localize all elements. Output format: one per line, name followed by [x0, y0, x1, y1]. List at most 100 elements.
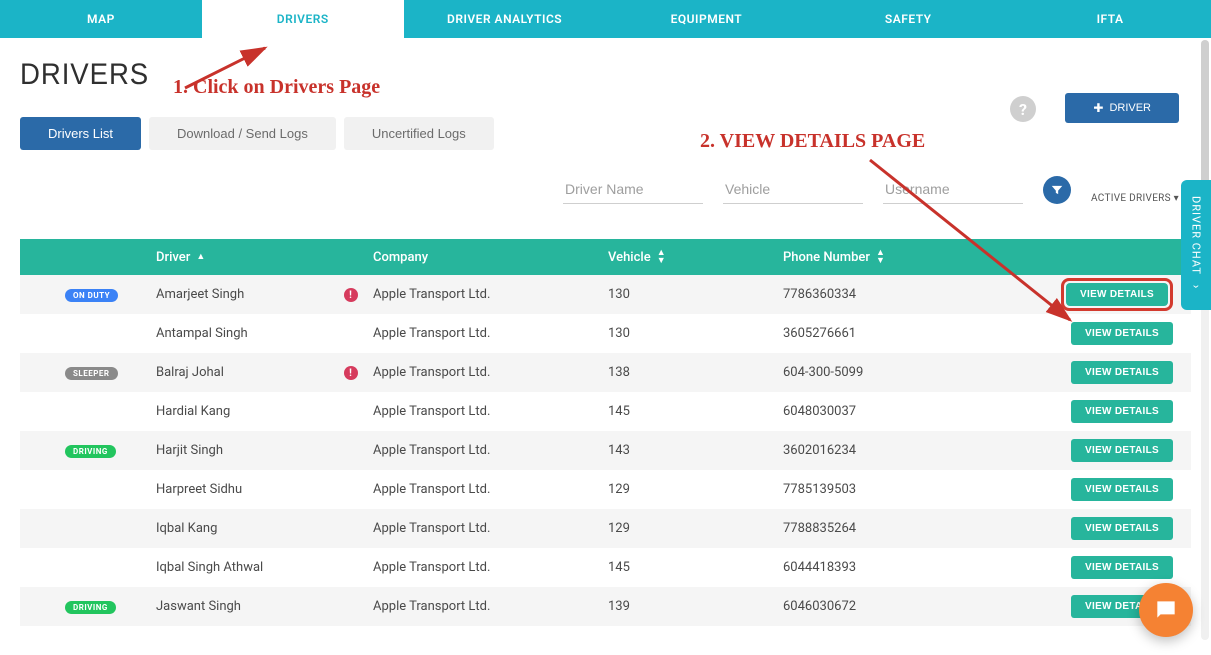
cell-company: Apple Transport Ltd.	[373, 404, 608, 419]
col-vehicle-label: Vehicle	[608, 250, 651, 265]
col-driver-label: Driver	[156, 250, 190, 265]
status-badge: DRIVING	[65, 445, 116, 458]
table-row: Hardial Kang Apple Transport Ltd.14560480…	[20, 392, 1191, 431]
cell-driver: Hardial Kang	[138, 404, 328, 419]
view-details-button[interactable]: VIEW DETAILS	[1071, 322, 1173, 345]
topnav-item-drivers[interactable]: DRIVERS	[202, 0, 404, 38]
cell-driver: Iqbal Singh Athwal	[138, 560, 328, 575]
topnav-item-safety[interactable]: SAFETY	[807, 0, 1009, 38]
view-details-button[interactable]: VIEW DETAILS	[1066, 283, 1168, 306]
cell-company: Apple Transport Ltd.	[373, 287, 608, 302]
table-row: Harpreet Sidhu Apple Transport Ltd.129778…	[20, 470, 1191, 509]
topnav-item-equipment[interactable]: EQUIPMENT	[605, 0, 807, 38]
view-details-button[interactable]: VIEW DETAILS	[1071, 517, 1173, 540]
subtab-uncertified-logs[interactable]: Uncertified Logs	[344, 117, 494, 150]
col-company[interactable]: Company	[373, 250, 608, 265]
table-body: ON DUTY Amarjeet Singh! Apple Transport Lt…	[20, 275, 1191, 626]
annotation-highlight: VIEW DETAILS	[1061, 278, 1173, 311]
help-icon[interactable]: ?	[1010, 96, 1036, 122]
col-phone-label: Phone Number	[783, 250, 870, 265]
cell-vehicle: 129	[608, 482, 783, 497]
view-details-button[interactable]: VIEW DETAILS	[1071, 400, 1173, 423]
alert-icon: !	[344, 366, 358, 380]
table-header: Driver Company Vehicle Phone Number	[20, 239, 1191, 275]
cell-phone: 604-300-5099	[783, 365, 993, 380]
col-phone[interactable]: Phone Number	[783, 249, 993, 265]
add-driver-button[interactable]: ✚ DRIVER	[1065, 93, 1179, 123]
topnav-item-map[interactable]: MAP	[0, 0, 202, 38]
filter-row: ACTIVE DRIVERS ▾	[20, 175, 1191, 204]
alert-icon: !	[344, 288, 358, 302]
cell-driver: Iqbal Kang	[138, 521, 328, 536]
table-row: ON DUTY Amarjeet Singh! Apple Transport Lt…	[20, 275, 1191, 314]
cell-vehicle: 130	[608, 287, 783, 302]
cell-phone: 7786360334	[783, 287, 993, 302]
cell-company: Apple Transport Ltd.	[373, 599, 608, 614]
cell-phone: 7785139503	[783, 482, 993, 497]
username-input[interactable]	[883, 175, 1023, 204]
view-details-button[interactable]: VIEW DETAILS	[1071, 439, 1173, 462]
plus-icon: ✚	[1093, 101, 1103, 115]
chevron-down-icon: ›	[1189, 285, 1203, 290]
view-details-button[interactable]: VIEW DETAILS	[1071, 361, 1173, 384]
cell-company: Apple Transport Ltd.	[373, 560, 608, 575]
caret-down-icon: ▾	[1174, 193, 1179, 204]
cell-vehicle: 145	[608, 560, 783, 575]
status-badge: SLEEPER	[65, 367, 118, 380]
driver-chat-tab[interactable]: DRIVER CHAT ›	[1181, 180, 1211, 310]
cell-vehicle: 145	[608, 404, 783, 419]
chat-bubble-button[interactable]	[1139, 583, 1193, 637]
chat-icon	[1153, 597, 1179, 623]
view-details-button[interactable]: VIEW DETAILS	[1071, 478, 1173, 501]
col-driver[interactable]: Driver	[138, 250, 328, 265]
view-details-button[interactable]: VIEW DETAILS	[1071, 556, 1173, 579]
cell-driver: Amarjeet Singh	[138, 287, 328, 302]
cell-vehicle: 130	[608, 326, 783, 341]
table-row: Iqbal Kang Apple Transport Ltd.1297788835…	[20, 509, 1191, 548]
add-driver-label: DRIVER	[1109, 102, 1151, 114]
cell-driver: Balraj Johal	[138, 365, 328, 380]
subtab-download-send-logs[interactable]: Download / Send Logs	[149, 117, 336, 150]
sort-asc-icon	[196, 253, 205, 261]
cell-driver: Jaswant Singh	[138, 599, 328, 614]
cell-driver: Antampal Singh	[138, 326, 328, 341]
cell-company: Apple Transport Ltd.	[373, 482, 608, 497]
active-drivers-dropdown[interactable]: ACTIVE DRIVERS ▾	[1091, 193, 1179, 204]
table-row: DRIVING Jaswant Singh Apple Transport Ltd.…	[20, 587, 1191, 626]
subtabs: Drivers ListDownload / Send LogsUncertif…	[20, 117, 1191, 150]
cell-company: Apple Transport Ltd.	[373, 521, 608, 536]
cell-company: Apple Transport Ltd.	[373, 443, 608, 458]
driver-chat-label: DRIVER CHAT	[1190, 196, 1203, 275]
status-badge: ON DUTY	[65, 289, 118, 302]
top-nav: MAPDRIVERSDRIVER ANALYTICSEQUIPMENTSAFET…	[0, 0, 1211, 38]
cell-vehicle: 138	[608, 365, 783, 380]
table-row: Antampal Singh Apple Transport Ltd.130360…	[20, 314, 1191, 353]
sort-icon	[657, 249, 666, 265]
cell-phone: 6046030672	[783, 599, 993, 614]
status-badge: DRIVING	[65, 601, 116, 614]
table-row: Iqbal Singh Athwal Apple Transport Ltd.14…	[20, 548, 1191, 587]
page-body: DRIVERS ? ✚ DRIVER Drivers ListDownload …	[0, 38, 1211, 626]
driver-name-input[interactable]	[563, 175, 703, 204]
table-row: DRIVINGHarjit SinghApple Transport Ltd.1…	[20, 431, 1191, 470]
cell-company: Apple Transport Ltd.	[373, 365, 608, 380]
cell-driver: Harpreet Sidhu	[138, 482, 328, 497]
vehicle-input[interactable]	[723, 175, 863, 204]
cell-vehicle: 129	[608, 521, 783, 536]
col-company-label: Company	[373, 250, 428, 265]
table-row: SLEEPER Balraj Johal! Apple Transport Ltd.…	[20, 353, 1191, 392]
cell-phone: 7788835264	[783, 521, 993, 536]
cell-phone: 3602016234	[783, 443, 993, 458]
cell-phone: 6048030037	[783, 404, 993, 419]
cell-phone: 3605276661	[783, 326, 993, 341]
sort-icon	[876, 249, 885, 265]
topnav-item-ifta[interactable]: IFTA	[1009, 0, 1211, 38]
subtab-drivers-list[interactable]: Drivers List	[20, 117, 141, 150]
cell-company: Apple Transport Ltd.	[373, 326, 608, 341]
cell-driver: Harjit Singh	[138, 443, 328, 458]
page-title: DRIVERS	[20, 58, 149, 92]
filter-icon[interactable]	[1043, 176, 1071, 204]
topnav-item-driver-analytics[interactable]: DRIVER ANALYTICS	[404, 0, 606, 38]
cell-vehicle: 139	[608, 599, 783, 614]
col-vehicle[interactable]: Vehicle	[608, 249, 783, 265]
